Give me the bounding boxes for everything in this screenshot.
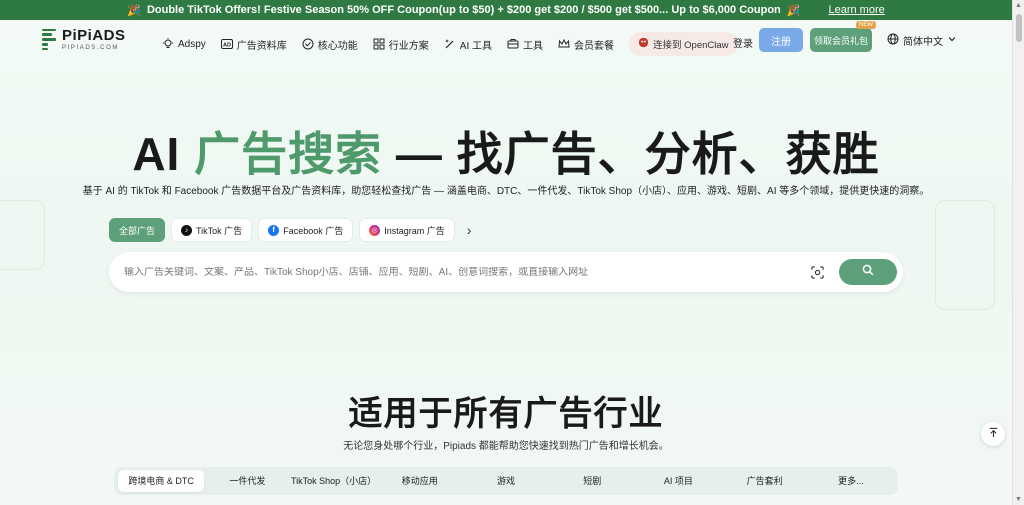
- nav-label: 工具: [523, 40, 544, 52]
- brand-name: PiPiADS: [62, 27, 126, 44]
- check-circle-icon: [302, 38, 314, 50]
- nav-item-industry-solutions[interactable]: 行业方案: [373, 37, 429, 52]
- filter-label: 全部广告: [119, 225, 156, 236]
- tab-dropshipping[interactable]: 一件代发: [204, 470, 290, 492]
- chevron-down-icon: [947, 34, 957, 47]
- tab-tiktok-shop[interactable]: TikTok Shop（小店）: [290, 470, 376, 492]
- hero-subtitle: 基于 AI 的 TikTok 和 Facebook 广告数据平台及广告资料库，助…: [82, 186, 930, 197]
- tab-games[interactable]: 游戏: [463, 470, 549, 492]
- search-bar: [109, 252, 903, 292]
- industries-subtitle: 无论您身处哪个行业，Pipiads 都能帮助您快速找到热门广告和增长机会。: [343, 441, 669, 452]
- crown-icon: [558, 38, 570, 50]
- claw-icon: [638, 37, 649, 51]
- learn-more-link[interactable]: Learn more: [828, 4, 884, 16]
- party-icon: 🎉: [127, 4, 141, 17]
- nav-item-adspy[interactable]: Adspy: [162, 38, 206, 50]
- filter-label: TikTok 广告: [196, 225, 243, 236]
- decorative-frame: [935, 200, 995, 310]
- hero-title-rest: — 找广告、分析、获胜: [382, 128, 880, 180]
- tiktok-icon: ♪: [181, 224, 193, 236]
- tab-ad-arbitrage[interactable]: 广告套利: [722, 470, 808, 492]
- filter-all-ads[interactable]: 全部广告: [109, 218, 166, 242]
- gift-button[interactable]: 领取会员礼包 NEW: [810, 21, 876, 52]
- image-search-icon[interactable]: [810, 265, 824, 279]
- filter-facebook-ads[interactable]: f Facebook 广告: [258, 218, 354, 242]
- industries-title: 适用于所有广告行业: [348, 395, 664, 433]
- instagram-icon: ◎: [369, 224, 381, 236]
- promo-text: Double TikTok Offers! Festive Season 50%…: [146, 4, 781, 16]
- hero-title: AI 广告搜索 — 找广告、分析、获胜: [0, 118, 1012, 184]
- openclaw-button[interactable]: 连接到 OpenClaw: [629, 32, 738, 56]
- search-input[interactable]: [124, 266, 784, 278]
- svg-text:AD: AD: [223, 43, 231, 49]
- globe-icon: [887, 33, 899, 48]
- chevron-right-icon[interactable]: ›: [467, 222, 472, 238]
- brand-logo[interactable]: PiPiADS PIPIADS.COM: [42, 28, 126, 51]
- filter-label: Instagram 广告: [384, 225, 445, 236]
- language-selector[interactable]: 简体中文: [887, 33, 957, 48]
- logo-mark-icon: [42, 28, 58, 51]
- search-button[interactable]: [839, 259, 897, 285]
- ad-library-icon: AD: [220, 38, 233, 50]
- scroll-up-icon[interactable]: ▲: [1015, 2, 1022, 9]
- nav-label: AI 工具: [459, 40, 493, 52]
- facebook-icon: f: [268, 224, 280, 236]
- hero-title-prefix: AI: [132, 128, 195, 180]
- tab-ai-projects[interactable]: AI 项目: [635, 470, 721, 492]
- platform-filters: 全部广告 ♪ TikTok 广告 f Facebook 广告 ◎ Instagr…: [109, 218, 471, 242]
- filter-instagram-ads[interactable]: ◎ Instagram 广告: [359, 218, 455, 242]
- scroll-down-icon[interactable]: ▼: [1015, 496, 1022, 503]
- login-link[interactable]: 登录: [733, 35, 753, 50]
- tab-cross-border-dtc[interactable]: 跨境电商 & DTC: [118, 470, 205, 492]
- nav-label: 核心功能: [317, 40, 358, 52]
- party-icon: 🎉: [786, 4, 801, 17]
- promo-banner: 🎉 Double TikTok Offers! Festive Season 5…: [0, 0, 1012, 20]
- filter-label: Facebook 广告: [283, 225, 344, 236]
- bulb-icon: [162, 38, 174, 50]
- gift-label: 领取会员礼包: [813, 35, 868, 46]
- nav-label: 会员套餐: [574, 40, 615, 52]
- search-icon: [862, 263, 874, 281]
- nav-item-ai-tools[interactable]: AI 工具: [444, 37, 492, 52]
- page-scrollbar[interactable]: ▲ ▼: [1012, 0, 1024, 505]
- nav-label: 广告资料库: [236, 40, 287, 52]
- arrow-up-icon: [988, 427, 999, 441]
- back-to-top-button[interactable]: [981, 422, 1005, 446]
- main-nav: Adspy AD 广告资料库 核心功能 行业方案 AI 工具 工具 会员套餐 连…: [162, 32, 738, 56]
- tab-short-drama[interactable]: 短剧: [549, 470, 635, 492]
- decorative-frame: [0, 200, 45, 270]
- openclaw-label: 连接到 OpenClaw: [653, 40, 729, 51]
- signup-button[interactable]: 注册: [759, 28, 803, 52]
- toolbox-icon: [507, 38, 519, 50]
- nav-item-tools[interactable]: 工具: [507, 37, 543, 52]
- brand-domain: PIPIADS.COM: [62, 45, 119, 51]
- tab-more[interactable]: 更多...: [808, 470, 894, 492]
- tab-mobile-apps[interactable]: 移动应用: [377, 470, 463, 492]
- new-badge: NEW: [856, 21, 876, 29]
- nav-item-ad-library[interactable]: AD 广告资料库: [220, 37, 287, 52]
- nav-label: 行业方案: [388, 40, 429, 52]
- nav-item-core-features[interactable]: 核心功能: [302, 37, 358, 52]
- filter-tiktok-ads[interactable]: ♪ TikTok 广告: [171, 218, 253, 242]
- language-label: 简体中文: [903, 37, 943, 48]
- grid-icon: [373, 38, 385, 50]
- nav-item-membership[interactable]: 会员套餐: [558, 37, 614, 52]
- industry-tabs: 跨境电商 & DTC 一件代发 TikTok Shop（小店） 移动应用 游戏 …: [114, 467, 898, 495]
- scrollbar-thumb[interactable]: [1016, 14, 1022, 42]
- hero-title-highlight: 广告搜索: [194, 128, 383, 180]
- magic-wand-icon: [444, 38, 456, 50]
- nav-label: Adspy: [178, 38, 206, 50]
